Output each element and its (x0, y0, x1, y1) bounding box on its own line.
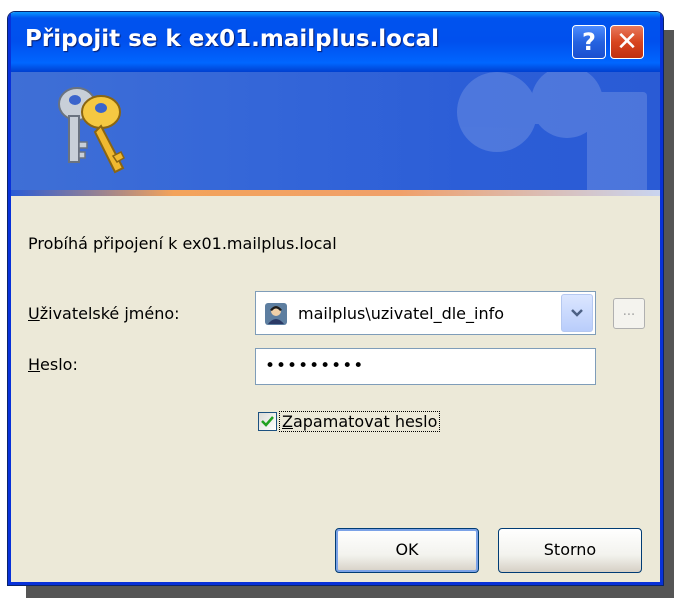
header-banner (11, 72, 660, 190)
login-dialog: Připojit se k ex01.mailplus.local ? ✕ Pr… (7, 11, 664, 586)
username-label-accel: U (28, 304, 40, 323)
connection-status: Probíhá připojení k ex01.mailplus.local (28, 234, 337, 253)
help-button[interactable]: ? (572, 25, 606, 59)
window-title: Připojit se k ex01.mailplus.local (25, 26, 440, 52)
help-icon: ? (582, 28, 596, 56)
password-label-text: eslo: (40, 355, 78, 374)
title-bar[interactable]: Připojit se k ex01.mailplus.local ? ✕ (8, 12, 663, 72)
keys-watermark-icon (457, 72, 647, 190)
remember-password-checkbox[interactable] (258, 412, 277, 431)
keys-icon (58, 87, 125, 174)
ok-button[interactable]: OK (335, 528, 479, 573)
close-icon: ✕ (616, 27, 638, 57)
password-label-accel: H (28, 355, 41, 374)
password-label: Heslo: (28, 355, 78, 374)
banner-divider (11, 190, 660, 196)
browse-button[interactable]: ... (613, 298, 645, 329)
username-label: Uživatelské jméno: (28, 304, 180, 323)
username-combobox[interactable]: mailplus\uzivatel_dle_info (255, 291, 596, 335)
username-value: mailplus\uzivatel_dle_info (298, 304, 505, 323)
username-label-text: živatelské jméno: (39, 304, 180, 323)
remember-label-accel: Z (282, 412, 293, 431)
chevron-down-icon (571, 309, 583, 317)
remember-password-label[interactable]: Zapamatovat heslo (279, 411, 441, 432)
close-button[interactable]: ✕ (610, 25, 644, 59)
username-dropdown-button[interactable] (561, 294, 593, 332)
password-field[interactable]: ••••••••• (255, 348, 596, 385)
checkmark-icon (261, 416, 274, 427)
remember-label-text: apamatovat heslo (292, 412, 438, 431)
user-icon (265, 303, 287, 325)
cancel-button[interactable]: Storno (498, 528, 642, 573)
